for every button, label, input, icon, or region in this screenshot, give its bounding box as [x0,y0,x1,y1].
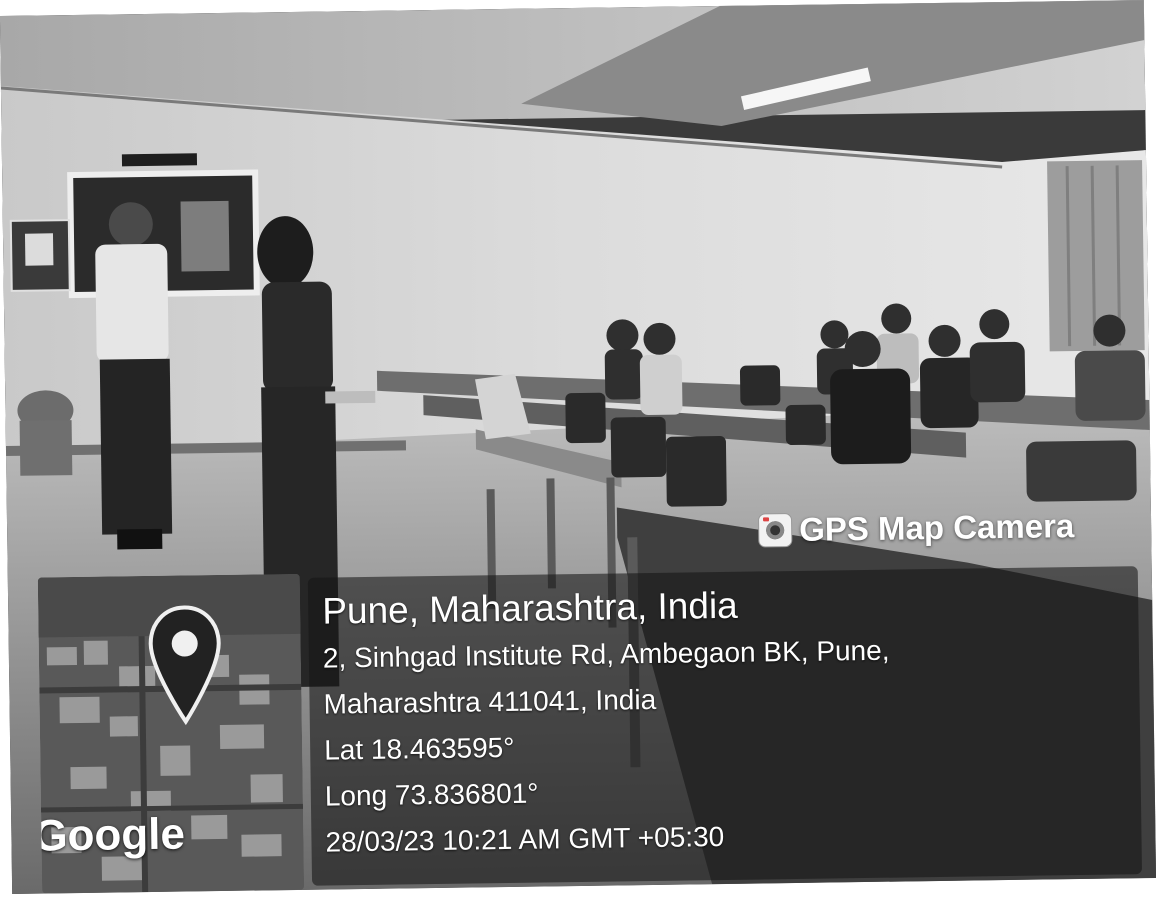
latitude-text: Lat 18.463595° [323,731,515,766]
address-line-1: 2, Sinhgad Institute Rd, Ambegaon BK, Pu… [322,634,890,674]
longitude-text: Long 73.836801° [324,777,539,812]
watermark-app-name: GPS Map Camera [798,507,1075,548]
gps-map-camera-watermark: GPS Map Camera [758,507,1075,549]
timestamp-text: 28/03/23 10:21 AM GMT +05:30 [325,820,725,858]
camera-app-icon [758,514,792,547]
location-info-text: Pune, Maharashtra, India 2, Sinhgad Inst… [322,582,892,866]
address-line-2: Maharashtra 411041, India [323,683,657,720]
map-pin-icon [148,605,221,726]
google-logo: Google [37,809,186,861]
location-title: Pune, Maharashtra, India [321,584,738,632]
satellite-map-thumbnail: Google [37,573,305,894]
presenter-man [95,202,173,550]
photo-frame: GPS Map Camera Pune, Maharashtra, India … [0,0,1156,894]
board-label [121,153,198,167]
